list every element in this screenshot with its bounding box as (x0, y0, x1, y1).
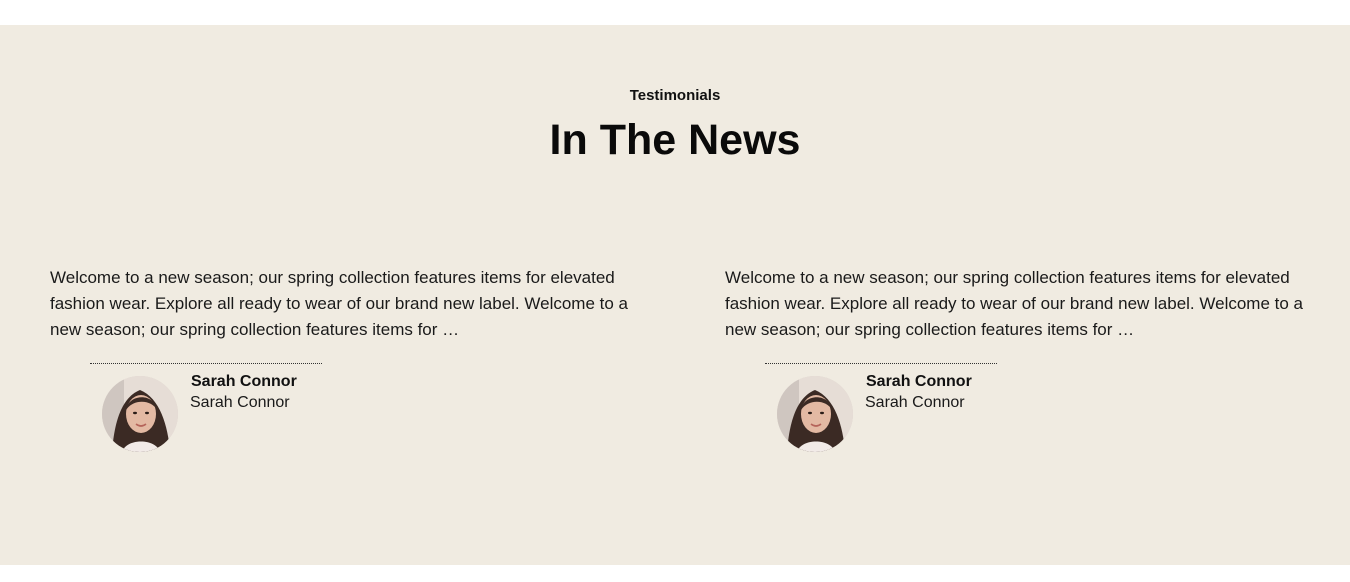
testimonial-divider (90, 363, 322, 364)
testimonial-quote: Welcome to a new season; our spring coll… (725, 268, 1303, 339)
testimonial-card: Welcome to a new season; our spring coll… (725, 265, 1315, 452)
testimonial-card: Welcome to a new season; our spring coll… (50, 265, 640, 452)
author-name: Sarah Connor (866, 373, 972, 390)
testimonial-divider (765, 363, 997, 364)
person-photo-icon (102, 376, 178, 452)
testimonial-quote: Welcome to a new season; our spring coll… (50, 268, 628, 339)
author-role: Sarah Connor (190, 394, 290, 411)
avatar (777, 376, 853, 452)
section-eyebrow: Testimonials (629, 87, 721, 104)
avatar (102, 376, 178, 452)
section-title: In The News (549, 116, 801, 164)
testimonials-section: Testimonials In The News Welcome to a ne… (0, 25, 1350, 565)
author-role: Sarah Connor (865, 394, 965, 411)
person-photo-icon (777, 376, 853, 452)
author-name: Sarah Connor (191, 373, 297, 390)
